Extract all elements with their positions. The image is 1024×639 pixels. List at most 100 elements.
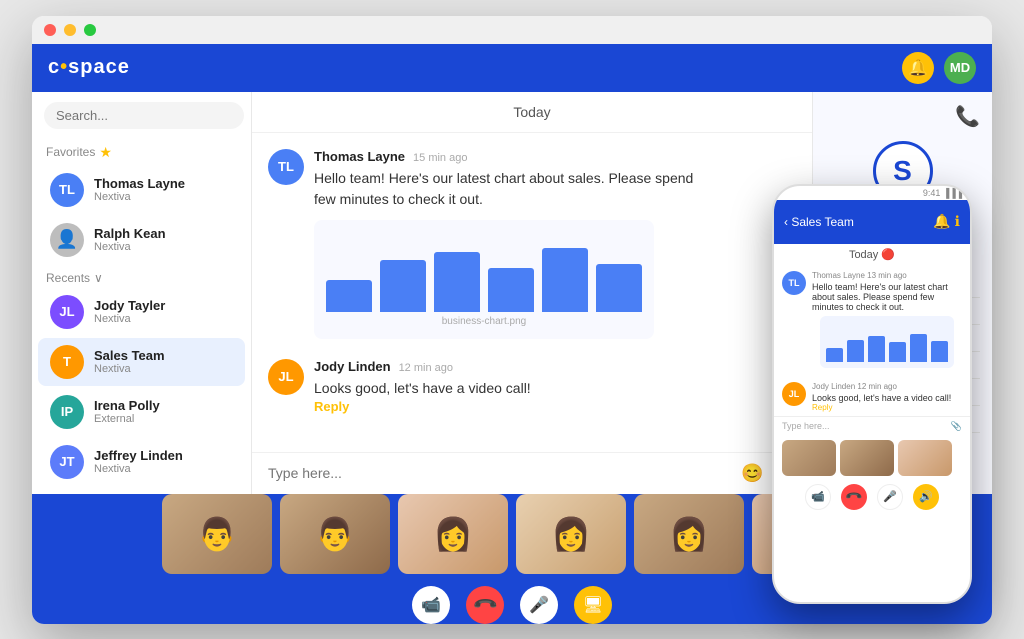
phone-chart xyxy=(820,316,954,368)
search-input[interactable] xyxy=(44,102,244,129)
logo: c•space xyxy=(48,56,130,79)
chevron-icon: ∨ xyxy=(94,271,103,285)
contact-sub: Nextiva xyxy=(94,363,233,375)
favorites-label: Favorites ★ xyxy=(32,140,251,165)
phone-reply-button[interactable]: Reply xyxy=(812,403,951,412)
video-thumb: 👩 xyxy=(634,494,744,574)
phone-input-placeholder[interactable]: Type here... xyxy=(782,421,830,432)
recents-label: Recents ∨ xyxy=(32,265,251,287)
phone-msg2-avatar: JL xyxy=(782,382,806,406)
message-content: Thomas Layne 15 min ago Hello team! Here… xyxy=(314,149,796,339)
phone-msg-avatar: TL xyxy=(782,271,806,295)
nav-right: 🔔 MD xyxy=(902,52,976,84)
phone-video-thumb xyxy=(782,440,836,476)
chart-bar xyxy=(326,280,372,312)
phone-message-2: JL Jody Linden 12 min ago Looks good, le… xyxy=(774,378,970,416)
avatar: 👤 xyxy=(50,223,84,257)
avatar: JL xyxy=(50,295,84,329)
message-text: Hello team! Here's our latest chart abou… xyxy=(314,168,796,210)
star-icon: ★ xyxy=(99,144,112,161)
phone-icon[interactable]: 📞 xyxy=(825,104,980,129)
phone-back-button[interactable]: ‹ Sales Team xyxy=(784,215,854,229)
phone-video-btn[interactable]: 📹 xyxy=(805,484,831,510)
sidebar-search: + xyxy=(32,92,251,140)
phone-video-thumb xyxy=(840,440,894,476)
message-item: TL Thomas Layne 15 min ago Hello team! H… xyxy=(268,149,796,339)
contact-sub: External xyxy=(94,413,233,425)
chart-bars xyxy=(326,232,642,312)
contact-name: Irena Polly xyxy=(94,398,233,413)
logo-dot: • xyxy=(60,56,68,78)
chart-bar xyxy=(596,264,642,312)
phone-screen-btn[interactable]: 🔊 xyxy=(913,484,939,510)
message-avatar: JL xyxy=(268,359,304,395)
chart-bar xyxy=(542,248,588,312)
maximize-button[interactable] xyxy=(84,24,96,36)
sidebar-item-jeffrey-linden[interactable]: JT Jeffrey Linden Nextiva xyxy=(38,438,245,486)
sidebar-item-ralph-kean[interactable]: 👤 Ralph Kean Nextiva xyxy=(38,216,245,264)
chart-bar xyxy=(488,268,534,312)
message-content: Jody Linden 12 min ago Looks good, let's… xyxy=(314,359,796,414)
chart-bar xyxy=(434,252,480,312)
phone-mic-btn[interactable]: 🎤 xyxy=(877,484,903,510)
phone-input-area: Type here... 📎 xyxy=(774,416,970,436)
contact-name: Sales Team xyxy=(94,348,233,363)
message-avatar: TL xyxy=(268,149,304,185)
phone-msg2-text: Looks good, let's have a video call! xyxy=(812,393,951,403)
phone-video-bar xyxy=(774,436,970,480)
mic-button[interactable]: 🎤 xyxy=(520,586,558,624)
call-controls: 📹 📞 🎤 🖥 xyxy=(412,586,612,624)
video-thumbnails: 👨 👨 👩 👩 👩 👩 xyxy=(162,494,862,574)
contact-sub: Nextiva xyxy=(94,463,233,475)
chat-input-area: 😊 📎 xyxy=(252,452,812,494)
phone-attach-icon[interactable]: 📎 xyxy=(951,421,962,432)
phone-top-bar: ‹ Sales Team 🔔 ℹ xyxy=(774,200,970,244)
chat-date-header: Today xyxy=(252,92,812,133)
avatar: T xyxy=(50,345,84,379)
phone-msg-header: Thomas Layne 13 min ago xyxy=(812,271,962,280)
message-text: Looks good, let's have a video call! xyxy=(314,378,796,399)
titlebar xyxy=(32,16,992,44)
message-time: 15 min ago xyxy=(413,152,467,164)
phone-end-call-btn[interactable]: 📞 xyxy=(836,478,873,513)
minimize-button[interactable] xyxy=(64,24,76,36)
chat-input[interactable] xyxy=(268,465,731,481)
contact-sub: Nextiva xyxy=(94,313,233,325)
user-avatar[interactable]: MD xyxy=(944,52,976,84)
end-call-button[interactable]: 📞 xyxy=(458,578,512,624)
video-thumb: 👨 xyxy=(162,494,272,574)
emoji-icon[interactable]: 😊 xyxy=(741,463,763,484)
message-sender: Thomas Layne xyxy=(314,149,405,164)
mobile-phone-overlay: 9:41 ▐▐▐ ‹ Sales Team 🔔 ℹ Today 🔴 TL Tho… xyxy=(772,184,972,604)
message-time: 12 min ago xyxy=(399,362,453,374)
phone-chart-bars xyxy=(826,322,948,362)
sidebar-item-irena-polly[interactable]: IP Irena Polly External xyxy=(38,388,245,436)
video-toggle-button[interactable]: 📹 xyxy=(412,586,450,624)
top-nav: c•space 🔔 MD xyxy=(32,44,992,92)
phone-icons: 🔔 ℹ xyxy=(933,213,960,230)
video-thumb: 👨 xyxy=(280,494,390,574)
contact-name: Ralph Kean xyxy=(94,226,233,241)
chat-messages: TL Thomas Layne 15 min ago Hello team! H… xyxy=(252,133,812,452)
contact-name: Jody Tayler xyxy=(94,298,233,313)
chart-bar xyxy=(380,260,426,312)
phone-call-controls: 📹 📞 🎤 🔊 xyxy=(774,480,970,514)
avatar: IP xyxy=(50,395,84,429)
avatar: JT xyxy=(50,445,84,479)
avatar: TL xyxy=(50,173,84,207)
phone-msg-text: Hello team! Here's our latest chart abou… xyxy=(812,282,962,312)
phone-msg2-header: Jody Linden 12 min ago xyxy=(812,382,951,391)
phone-today-label: Today 🔴 xyxy=(774,244,970,265)
sidebar-item-sales-team[interactable]: T Sales Team Nextiva xyxy=(38,338,245,386)
contact-sub: Nextiva xyxy=(94,191,233,203)
contact-name: Thomas Layne xyxy=(94,176,233,191)
sidebar-item-thomas-layne[interactable]: TL Thomas Layne Nextiva xyxy=(38,166,245,214)
notification-bell[interactable]: 🔔 xyxy=(902,52,934,84)
reply-button[interactable]: Reply xyxy=(314,399,796,414)
message-item: JL Jody Linden 12 min ago Looks good, le… xyxy=(268,359,796,414)
video-thumb: 👩 xyxy=(516,494,626,574)
chart-container: business-chart.png xyxy=(314,220,654,339)
close-button[interactable] xyxy=(44,24,56,36)
screen-share-button[interactable]: 🖥 xyxy=(574,586,612,624)
sidebar-item-jody-tayler[interactable]: JL Jody Tayler Nextiva xyxy=(38,288,245,336)
